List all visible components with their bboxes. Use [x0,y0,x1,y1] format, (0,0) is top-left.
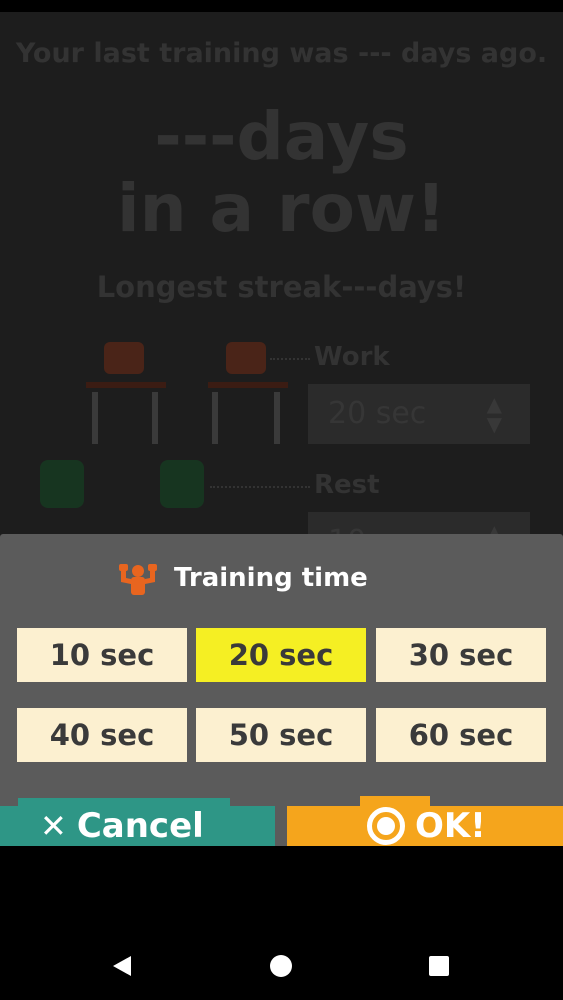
navigation-bar [0,846,563,1000]
cancel-button[interactable]: ✕ Cancel [0,806,275,846]
recents-icon[interactable] [429,956,449,976]
option-30-sec[interactable]: 30 sec [376,628,546,682]
dialog-title: Training time [174,563,368,593]
in-a-row-text: in a row! [116,170,447,247]
strongman-icon [119,564,157,595]
work-label: Work [314,342,390,372]
days-in-row-text: ---days [154,98,409,175]
back-icon[interactable] [113,956,131,976]
last-training-text: Your last training was --- days ago. [15,38,548,69]
option-50-sec[interactable]: 50 sec [196,708,366,762]
rest-figure-icon [40,460,84,508]
cancel-label: Cancel [76,806,204,846]
option-60-sec[interactable]: 60 sec [376,708,546,762]
work-figure-icon [86,342,166,452]
status-bar [0,0,563,12]
circle-icon [367,807,405,845]
rest-connector [210,486,310,488]
close-icon: ✕ [40,807,67,845]
ok-button[interactable]: OK! [287,806,563,846]
work-select: 20 sec ▲ ▼ [308,384,530,444]
longest-streak-text: Longest streak---days! [96,270,467,304]
option-40-sec[interactable]: 40 sec [17,708,187,762]
work-connector [270,358,310,360]
work-select-value: 20 sec [328,396,427,431]
rest-label: Rest [314,470,380,500]
option-20-sec[interactable]: 20 sec [196,628,366,682]
option-10-sec[interactable]: 10 sec [17,628,187,682]
updown-arrows-icon: ▲▼ [486,392,502,436]
rest-figure-icon [160,460,204,508]
home-icon[interactable] [270,955,292,977]
dialog-header: Training time [118,554,368,602]
ok-label: OK! [415,806,486,846]
